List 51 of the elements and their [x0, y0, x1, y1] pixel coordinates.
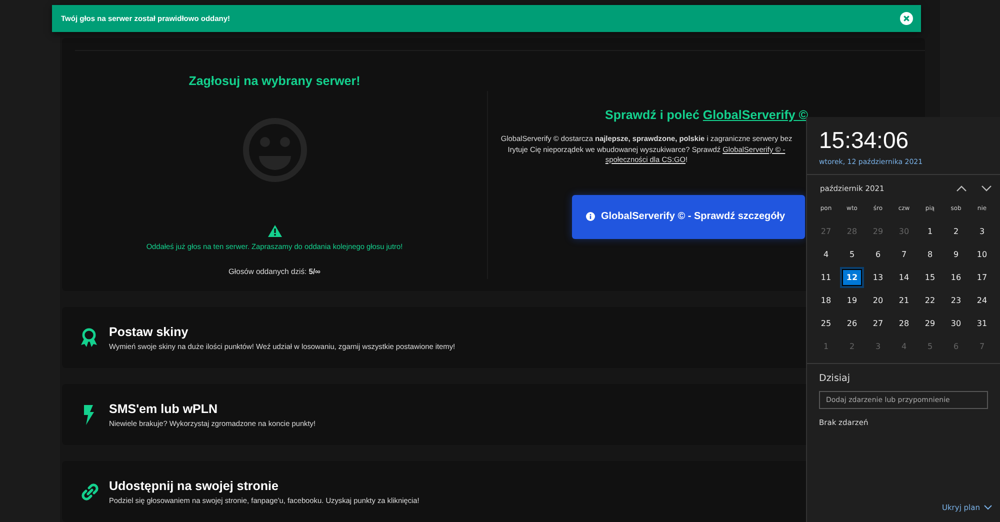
- calendar-day[interactable]: 20: [866, 290, 890, 311]
- calendar-day[interactable]: 23: [944, 290, 968, 311]
- calendar-day[interactable]: 31: [970, 313, 994, 334]
- previous-month-button[interactable]: [954, 183, 969, 194]
- calendar-day[interactable]: 25: [814, 313, 838, 334]
- feature-title: Udostępnij na swojej stronie: [109, 478, 280, 492]
- chevron-down-icon: [981, 185, 992, 192]
- chain-link-icon: [80, 482, 100, 502]
- close-button[interactable]: [900, 12, 913, 25]
- calendar-day[interactable]: 28: [892, 313, 916, 334]
- award-ribbon-icon: [80, 328, 100, 348]
- feature-title: Postaw skiny: [109, 324, 190, 338]
- calendar-day[interactable]: 24: [970, 290, 994, 311]
- calendar-day[interactable]: 8: [918, 244, 942, 265]
- feature-title: SMS'em lub wPLN: [109, 402, 219, 416]
- calendar-day[interactable]: 15: [918, 267, 942, 288]
- calendar-day[interactable]: 5: [840, 244, 864, 265]
- calendar-day[interactable]: 18: [814, 290, 838, 311]
- calendar-day[interactable]: 7: [892, 244, 916, 265]
- calendar-day[interactable]: 30: [944, 313, 968, 334]
- calendar-day[interactable]: 22: [918, 290, 942, 311]
- calendar-day[interactable]: 19: [840, 290, 864, 311]
- warning-icon: [268, 225, 282, 237]
- promo-heading: Sprawdź i poleć GlobalServerify ©: [604, 108, 808, 122]
- info-icon: [586, 212, 595, 221]
- calendar-day[interactable]: 1: [918, 221, 942, 242]
- clock-time: 15:34:06: [819, 127, 910, 154]
- calendar-day[interactable]: 11: [814, 267, 838, 288]
- calendar-day[interactable]: 13: [866, 267, 890, 288]
- calendar-day[interactable]: 26: [840, 313, 864, 334]
- calendar-day[interactable]: 10: [970, 244, 994, 265]
- calendar-day[interactable]: 16: [944, 267, 968, 288]
- close-icon: [900, 12, 913, 25]
- calendar-day[interactable]: 29: [918, 313, 942, 334]
- calendar-day[interactable]: 12: [840, 267, 864, 288]
- calendar-day[interactable]: 21: [892, 290, 916, 311]
- heading-link[interactable]: GlobalServerify ©: [702, 108, 808, 122]
- next-month-button[interactable]: [979, 183, 994, 194]
- chevron-down-icon: [984, 505, 992, 510]
- chevron-up-icon: [956, 185, 967, 192]
- today-heading: Dzisiaj: [819, 373, 851, 384]
- calendar-day[interactable]: 17: [970, 267, 994, 288]
- calendar-day[interactable]: 27: [866, 313, 890, 334]
- calendar-day[interactable]: 14: [892, 267, 916, 288]
- calendar-day[interactable]: 3: [970, 221, 994, 242]
- vote-title: Zagłosuj na wybrany serwer!: [188, 74, 360, 88]
- calendar-day[interactable]: 2: [944, 221, 968, 242]
- calendar-day[interactable]: 4: [814, 244, 838, 265]
- calendar-day[interactable]: 9: [944, 244, 968, 265]
- details-button[interactable]: GlobalServerify © - Sprawdź szczegóły: [572, 194, 805, 238]
- calendar-day[interactable]: 6: [866, 244, 890, 265]
